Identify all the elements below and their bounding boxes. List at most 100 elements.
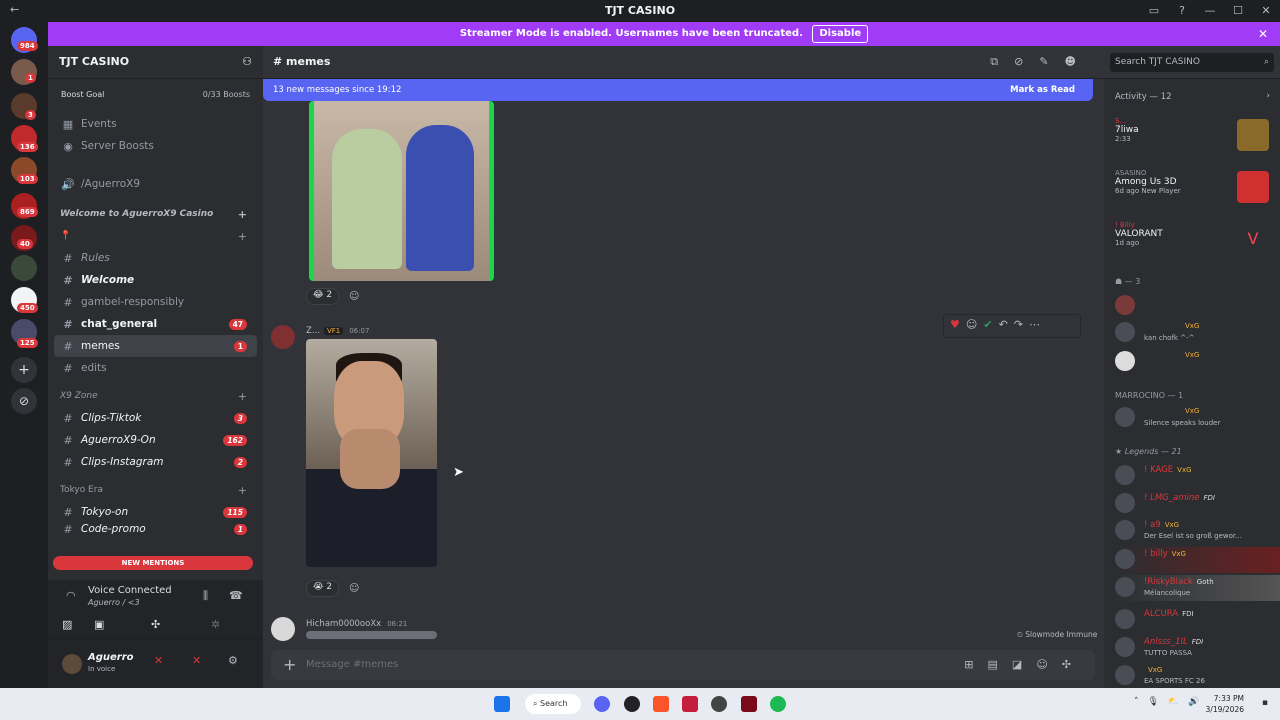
server-header[interactable]: TJT CASINO ⚇ <box>48 46 263 79</box>
channel-chat-general[interactable]: # chat_general 47 <box>48 313 263 335</box>
voice-channel-name[interactable]: Aguerro / <3 <box>88 598 140 607</box>
attachment-preview[interactable] <box>306 631 437 639</box>
spotify-taskbar-icon[interactable] <box>770 696 786 712</box>
message-input[interactable]: + Message #memes ⊞▤◪☺✣ <box>271 650 1095 680</box>
gift-icon[interactable]: ⊞ <box>964 658 987 671</box>
member-item[interactable]: VxG kan chofk ^-^ <box>1115 320 1280 346</box>
boost-goal[interactable]: Boost Goal 0/33 Boosts <box>48 79 263 109</box>
member-item[interactable]: ALCURA FDI <box>1115 607 1280 633</box>
disconnect-icon[interactable]: ☎ <box>229 589 243 602</box>
category-tokyo[interactable]: Tokyo Era + <box>48 479 263 501</box>
message-author[interactable]: Hicham0000ooXx <box>306 619 381 629</box>
nav-events[interactable]: ▦ Events <box>48 113 263 135</box>
add-member-icon[interactable]: ⚇ <box>242 55 252 69</box>
threads-icon[interactable]: ⧉ <box>990 55 1014 68</box>
category-x9[interactable]: X9 Zone + <box>48 385 263 407</box>
close-icon[interactable]: ✕ <box>1258 22 1268 46</box>
add-reaction-icon[interactable]: ☺ <box>349 291 359 302</box>
image-attachment[interactable] <box>309 101 494 281</box>
taskbar-search[interactable]: ⌕ Search <box>525 694 581 714</box>
inbox-icon[interactable]: ▭ <box>1140 0 1168 21</box>
maximize-button[interactable]: ☐ <box>1224 0 1252 21</box>
discord-taskbar-icon[interactable] <box>594 696 610 712</box>
app-taskbar-icon[interactable] <box>682 696 698 712</box>
channel-aguerrox9-on[interactable]: # AguerroX9-On 162 <box>48 429 263 451</box>
channel-code-promo[interactable]: # Code-promo 1 <box>48 523 263 535</box>
channel-edits[interactable]: # edits <box>48 357 263 379</box>
app-taskbar-icon[interactable] <box>741 696 757 712</box>
help-icon[interactable]: ? <box>1168 0 1196 21</box>
laugh-icon[interactable]: ☺ <box>966 318 983 331</box>
channel-clips-tiktok[interactable]: # Clips-Tiktok 3 <box>48 407 263 429</box>
add-server-icon[interactable]: + <box>11 357 37 383</box>
sticker-icon[interactable]: ◪ <box>1012 658 1036 671</box>
mic-muted-icon[interactable]: ✕ <box>154 654 163 667</box>
voice-channel[interactable]: 🔊 /AguerroX9 <box>48 173 263 195</box>
member-item[interactable]: ! billy VxG <box>1115 547 1280 573</box>
chevron-right-icon[interactable]: › <box>1266 91 1270 101</box>
video-attachment[interactable] <box>306 339 437 567</box>
channel-memes[interactable]: # memes 1 <box>54 335 257 357</box>
windows-start-icon[interactable] <box>494 696 510 712</box>
heart-icon[interactable]: ♥ <box>950 318 966 331</box>
activity-item[interactable]: ASASINO Among Us 3D 6d ago New Player <box>1115 169 1181 195</box>
members-icon[interactable]: ☻ <box>1065 55 1092 68</box>
soundboard-icon[interactable]: ✲ <box>211 618 220 631</box>
search-input[interactable]: Search TJT CASINO ⌕ <box>1110 53 1274 72</box>
server-icon[interactable] <box>11 255 37 281</box>
reaction-laugh[interactable]: 😂 2 <box>306 288 340 305</box>
add-channel-icon[interactable]: + <box>238 390 247 403</box>
activities-icon[interactable]: ✣ <box>151 618 160 631</box>
app-taskbar-icon[interactable] <box>711 696 727 712</box>
category-pin[interactable]: 📍 + <box>48 225 263 247</box>
message-author[interactable]: Z... <box>306 326 320 336</box>
channel-gambel-responsibly[interactable]: # gambel-responsibly <box>48 291 263 313</box>
activity-item[interactable]: ! Billy VALORANT 1d ago <box>1115 221 1163 247</box>
deafen-icon[interactable]: ✕ <box>192 654 201 667</box>
clock[interactable]: 7:33 PM 3/19/2026 <box>1206 693 1244 715</box>
member-item[interactable]: Anlsss_1IL FDI TUTTO PASSA <box>1115 635 1280 661</box>
disable-button[interactable]: Disable <box>812 25 869 43</box>
more-icon[interactable]: ⋯ <box>1029 318 1046 331</box>
add-channel-icon[interactable]: + <box>238 230 247 243</box>
camera-off-icon[interactable]: ▨ <box>62 618 72 631</box>
channel-rules[interactable]: # Rules <box>48 247 263 269</box>
activity-item[interactable]: S... 7liwa 2:33 <box>1115 117 1139 143</box>
avatar[interactable] <box>62 654 82 674</box>
member-item[interactable]: VxG <box>1115 349 1280 375</box>
minimize-button[interactable]: — <box>1196 0 1224 21</box>
reply-icon[interactable]: ↶ <box>999 318 1014 331</box>
system-tray[interactable]: ˄🎙⛅🔊 <box>1134 697 1208 707</box>
channel-tokyo-on[interactable]: # Tokyo-on 115 <box>48 501 263 523</box>
check-icon[interactable]: ✔ <box>983 318 998 331</box>
voice-status[interactable]: Voice Connected <box>88 585 172 596</box>
member-item[interactable]: VxG Silence speaks louder <box>1115 405 1280 431</box>
reaction-cry[interactable]: 😭 2 <box>306 580 340 597</box>
category-welcome[interactable]: Welcome to AguerroX9 Casino + <box>48 203 263 225</box>
new-mentions-pill[interactable]: NEW MENTIONS <box>53 556 253 570</box>
apps-icon[interactable]: ✣ <box>1062 658 1085 671</box>
gif-icon[interactable]: ▤ <box>988 658 1012 671</box>
add-reaction-icon[interactable]: ☺ <box>349 583 359 594</box>
mute-icon[interactable]: ⊘ <box>1014 55 1039 68</box>
mark-as-read-button[interactable]: Mark as Read <box>1010 79 1075 101</box>
username[interactable]: Aguerro <box>88 652 134 663</box>
member-item[interactable]: ! KAGE VxG <box>1115 463 1280 489</box>
close-button[interactable]: ✕ <box>1252 0 1280 21</box>
add-channel-icon[interactable]: + <box>238 208 247 221</box>
signal-icon[interactable]: ◠ <box>66 589 76 602</box>
screen-share-icon[interactable]: ▣ <box>94 618 104 631</box>
member-item[interactable]: ! a9 VxG Der Esel ist so groß gewor... <box>1115 518 1280 544</box>
upload-icon[interactable]: + <box>283 655 296 674</box>
add-channel-icon[interactable]: + <box>238 484 247 497</box>
avatar[interactable] <box>271 617 295 641</box>
member-item[interactable]: ! LMG_amine FDI <box>1115 491 1280 517</box>
brave-taskbar-icon[interactable] <box>653 696 669 712</box>
pin-icon[interactable]: ✎ <box>1039 55 1064 68</box>
forward-icon[interactable]: ↷ <box>1014 318 1029 331</box>
noise-suppression-icon[interactable]: ⫼ <box>203 589 208 603</box>
member-item[interactable]: VxG EA SPORTS FC 26 <box>1115 663 1280 688</box>
nav-server-boosts[interactable]: ◉ Server Boosts <box>48 135 263 157</box>
channel-welcome[interactable]: # Welcome <box>48 269 263 291</box>
gear-icon[interactable]: ⚙ <box>228 654 238 667</box>
